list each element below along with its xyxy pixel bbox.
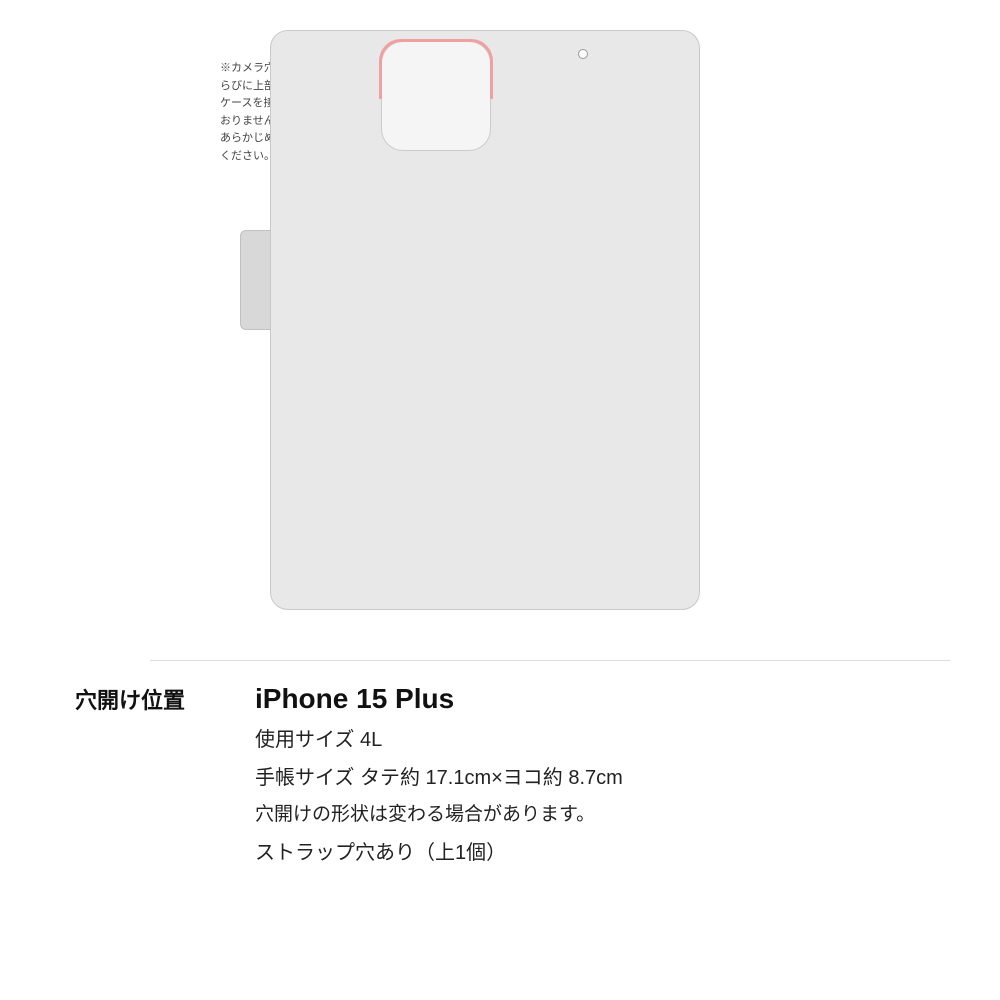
- divider: [150, 660, 950, 661]
- page-container: ※カメラ穴の横ならびに上部は ケースを接着しておりません。 あらかじめご了承くだ…: [0, 0, 1000, 1000]
- info-label: 穴開け位置: [75, 681, 255, 715]
- shape-note: 穴開けの形状は変わる場合があります。: [255, 801, 623, 830]
- case-illustration: ※カメラ穴の横ならびに上部は ケースを接着しておりません。 あらかじめご了承くだ…: [190, 30, 890, 650]
- dimensions-info: 手帳サイズ タテ約 17.1cm×ヨコ約 8.7cm: [255, 763, 623, 793]
- size-info: 使用サイズ 4L: [255, 725, 623, 755]
- strap-hole: [578, 49, 588, 59]
- model-name: iPhone 15 Plus: [255, 681, 623, 717]
- info-details: iPhone 15 Plus 使用サイズ 4L 手帳サイズ タテ約 17.1cm…: [255, 681, 623, 868]
- info-section: 穴開け位置 iPhone 15 Plus 使用サイズ 4L 手帳サイズ タテ約 …: [75, 681, 975, 868]
- camera-accent-border: [379, 39, 493, 99]
- case-body: [270, 30, 700, 610]
- strap-note: ストラップ穴あり（上1個）: [255, 838, 623, 868]
